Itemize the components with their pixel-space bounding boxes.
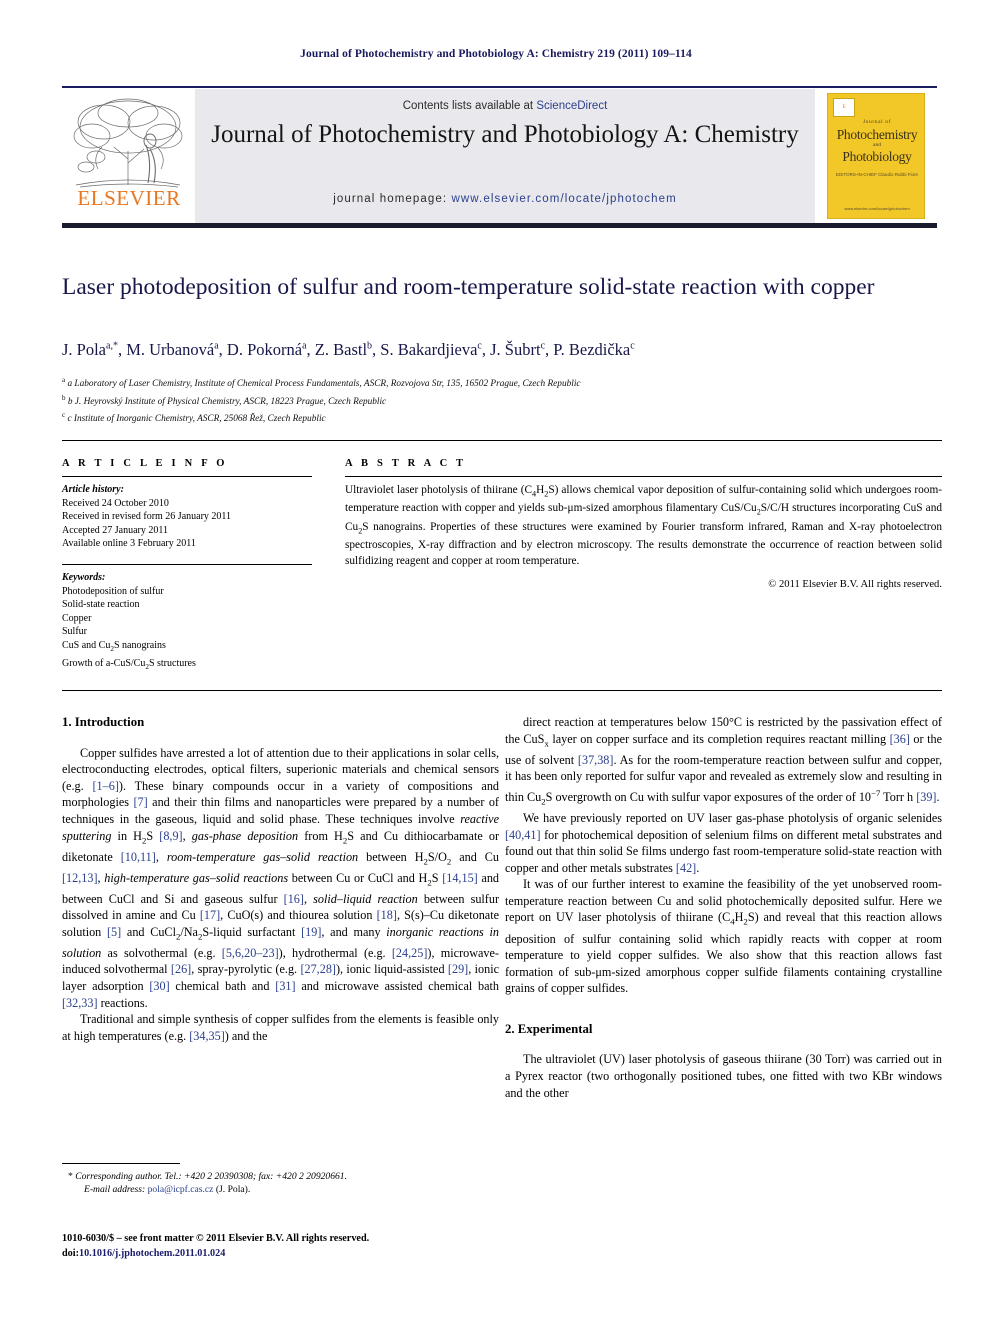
homepage-prefix: journal homepage: [333, 193, 452, 205]
running-head: Journal of Photochemistry and Photobiolo… [300, 48, 692, 60]
journal-masthead: ELSEVIER Contents lists available at Sci… [62, 86, 937, 228]
keywords-label: Keywords: [62, 571, 106, 583]
info-band-bottom-rule [62, 690, 942, 691]
masthead-bottom-rule [62, 223, 937, 228]
abstract-text: Ultraviolet laser photolysis of thiirane… [345, 484, 942, 567]
body-column-left: 1. Introduction Copper sulfides have arr… [62, 714, 499, 1044]
history-item: Received in revised form 26 January 2011 [62, 511, 232, 523]
paragraph: Copper sulfides have arrested a lot of a… [62, 745, 500, 1010]
keywords-block: Keywords: Photodeposition of sulfur Soli… [62, 571, 312, 674]
journal-article-page: Journal of Photochemistry and Photobiolo… [0, 0, 992, 1323]
paragraph: We have previously reported on UV laser … [505, 810, 942, 875]
affiliation-b: b b J. Heyrovský Institute of Physical C… [62, 393, 387, 407]
article-info-rule [62, 476, 312, 477]
paragraph: direct reaction at temperatures below 15… [505, 715, 943, 807]
keyword-item: Copper [62, 612, 92, 624]
journal-homepage-line: journal homepage: www.elsevier.com/locat… [195, 193, 815, 205]
keyword-item: Growth of a-CuS/Cu2S structures [62, 657, 196, 671]
elsevier-tree-icon [73, 98, 183, 188]
doi-value[interactable]: 10.1016/j.jphotochem.2011.01.024 [79, 1248, 225, 1259]
cover-title-line2: Photobiology [842, 149, 912, 164]
email-label: E-mail address: [84, 1184, 146, 1196]
imprint-block: 1010-6030/$ – see front matter © 2011 El… [62, 1232, 499, 1261]
cover-title-line1: Photochemistry [836, 127, 918, 142]
paragraph: It was of our further interest to examin… [505, 877, 942, 996]
affiliation-a: a a Laboratory of Laser Chemistry, Insti… [62, 376, 581, 390]
keyword-item: Solid-state reaction [62, 599, 140, 611]
cover-url: www.elsevier.com/locate/jphotochem [844, 206, 910, 211]
page-title: Laser photodeposition of sulfur and room… [62, 274, 875, 300]
footnote-rule [62, 1163, 180, 1164]
doi-label: doi: [62, 1247, 79, 1259]
article-info-column: A R T I C L E I N F O Article history: R… [62, 458, 312, 674]
email-line: E-mail address: pola@icpf.cas.cz (J. Pol… [62, 1183, 499, 1196]
article-info-heading: A R T I C L E I N F O [62, 458, 228, 469]
info-band-top-rule [62, 440, 942, 441]
author-list: J. Polaa,*, M. Urbanováa, D. Pokornáa, Z… [62, 340, 635, 359]
cover-title-and: and [873, 142, 881, 148]
keyword-item: CuS and Cu2S nanograins [62, 639, 166, 653]
paragraph: Traditional and simple synthesis of copp… [62, 1012, 499, 1043]
imprint-doi-line: doi:10.1016/j.jphotochem.2011.01.024 [62, 1247, 499, 1262]
elsevier-wordmark: ELSEVIER [77, 186, 181, 210]
article-history-label: Article history: [62, 484, 124, 495]
journal-title: Journal of Photochemistry and Photobiolo… [211, 121, 799, 148]
body-column-right: direct reaction at temperatures below 15… [505, 714, 942, 1101]
elsevier-logo: ELSEVIER [62, 89, 195, 223]
section-heading-experimental: 2. Experimental [505, 1021, 593, 1036]
affiliation-list: a a Laboratory of Laser Chemistry, Insti… [62, 374, 942, 427]
abstract-column: A B S T R A C T Ultraviolet laser photol… [345, 458, 942, 590]
affiliation-c: c c Institute of Inorganic Chemistry, AS… [62, 411, 326, 425]
masthead-top-rule [62, 86, 937, 88]
email-attribution: (J. Pola). [215, 1184, 251, 1196]
corresponding-author-line: * Corresponding author. Tel.: +420 2 203… [68, 1171, 348, 1182]
journal-homepage-link[interactable]: www.elsevier.com/locate/jphotochem [451, 193, 676, 205]
keyword-item: Sulfur [62, 626, 87, 638]
history-item: Accepted 27 January 2011 [62, 524, 168, 536]
imprint-front-matter: 1010-6030/$ – see front matter © 2011 El… [62, 1233, 370, 1244]
cover-journal-of: Journal of [862, 119, 892, 125]
abstract-heading: A B S T R A C T [345, 458, 467, 469]
history-item: Received 24 October 2010 [62, 497, 169, 509]
contents-available-line: Contents lists available at ScienceDirec… [195, 100, 815, 112]
email-link[interactable]: pola@icpf.cas.cz [148, 1184, 214, 1195]
keyword-item: Photodeposition of sulfur [62, 585, 164, 597]
abstract-rule [345, 476, 942, 477]
corresponding-author-footnote: * Corresponding author. Tel.: +420 2 203… [62, 1170, 499, 1197]
cover-elsevier-mark: E [833, 98, 855, 117]
keywords-rule [62, 563, 312, 565]
contents-prefix: Contents lists available at [402, 100, 537, 112]
journal-cover-thumbnail[interactable]: E Journal of Photochemistry and Photobio… [815, 89, 937, 223]
history-item: Available online 3 February 2011 [62, 538, 196, 550]
journal-cover-image: E Journal of Photochemistry and Photobio… [827, 93, 925, 219]
cover-editors: EDITORS-IN-CHIEF Claudio Rubbi Fiore [836, 172, 918, 177]
abstract-copyright: © 2011 Elsevier B.V. All rights reserved… [768, 578, 942, 590]
section-heading-introduction: 1. Introduction [62, 715, 145, 729]
sciencedirect-link[interactable]: ScienceDirect [536, 100, 607, 112]
paragraph: The ultraviolet (UV) laser photolysis of… [505, 1052, 942, 1100]
article-history-block: Article history: Received 24 October 201… [62, 483, 312, 551]
